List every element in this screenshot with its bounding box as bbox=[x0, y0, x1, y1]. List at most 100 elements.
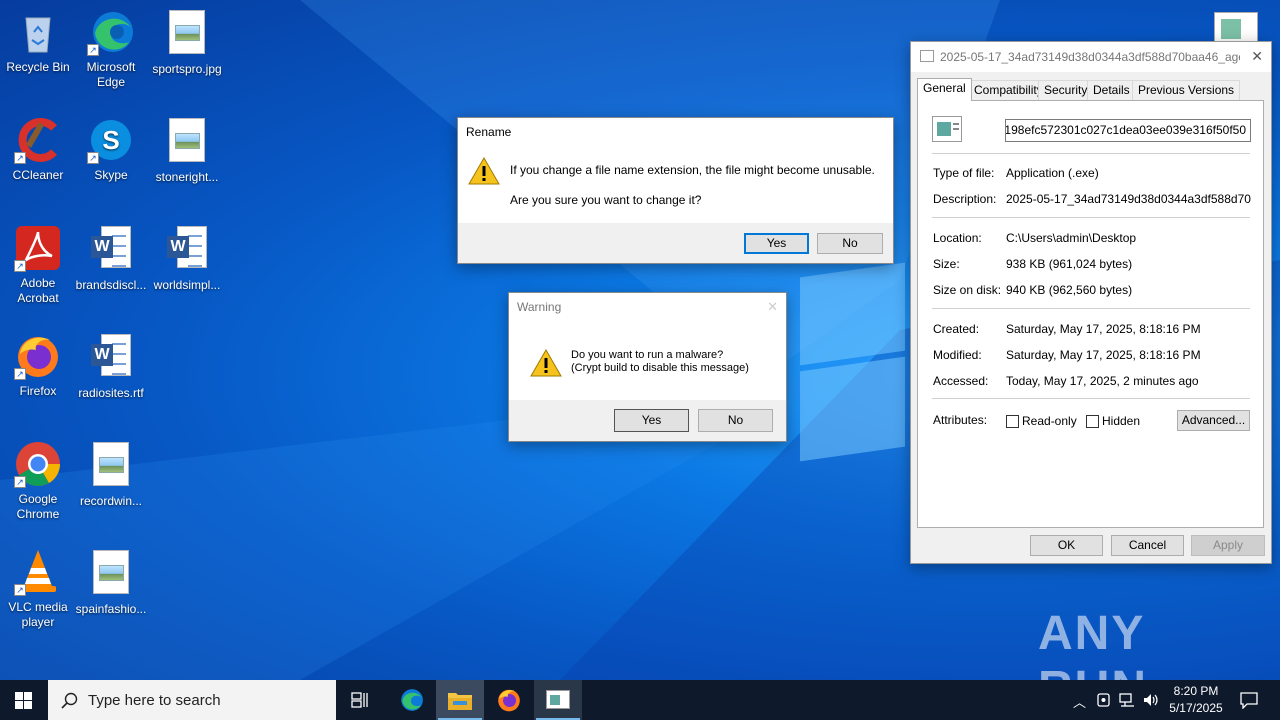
no-button[interactable]: No bbox=[698, 409, 773, 432]
image-file-icon bbox=[87, 442, 135, 490]
warning-icon bbox=[468, 156, 500, 185]
tab-general[interactable]: General bbox=[917, 78, 972, 101]
ok-button[interactable]: OK bbox=[1030, 535, 1103, 556]
desktop-icon-firefox[interactable]: ↗ Firefox bbox=[0, 332, 76, 399]
desktop-icon-adobe-acrobat[interactable]: ↗ Adobe Acrobat bbox=[0, 224, 76, 306]
tray-network-icon[interactable] bbox=[1116, 680, 1138, 720]
desktop-icon-radiosites[interactable]: W radiosites.rtf bbox=[73, 332, 149, 401]
desktop-icon-ccleaner[interactable]: ↗ CCleaner bbox=[0, 116, 76, 183]
tab-previous-versions[interactable]: Previous Versions bbox=[1132, 80, 1241, 100]
desktop-icon-microsoft-edge[interactable]: ↗ Microsoft Edge bbox=[73, 8, 149, 90]
shortcut-arrow-icon: ↗ bbox=[87, 152, 99, 164]
shortcut-arrow-icon: ↗ bbox=[14, 152, 26, 164]
edge-icon bbox=[401, 689, 423, 711]
separator bbox=[932, 153, 1250, 154]
word-document-icon: W bbox=[163, 226, 211, 274]
taskbar-edge[interactable] bbox=[387, 680, 435, 720]
desktop-icon-label: recordwin... bbox=[79, 494, 143, 508]
close-icon[interactable]: ✕ bbox=[1251, 48, 1263, 65]
desktop-icon-skype[interactable]: S ↗ Skype bbox=[73, 116, 149, 183]
desktop-icon-recycle-bin[interactable]: Recycle Bin bbox=[0, 8, 76, 75]
desktop-file-icon-partial[interactable] bbox=[1214, 12, 1258, 44]
desktop-icon-recordwin[interactable]: recordwin... bbox=[73, 440, 149, 509]
edge-icon: ↗ bbox=[87, 8, 135, 56]
created-value: Saturday, May 17, 2025, 8:18:16 PM bbox=[1006, 322, 1201, 336]
cancel-button[interactable]: Cancel bbox=[1111, 535, 1184, 556]
clock[interactable]: 8:20 PM 5/17/2025 bbox=[1163, 680, 1229, 720]
file-type-icon bbox=[932, 116, 962, 142]
general-tab-panel: 043a198efc572301c027c1dea03ee039e316f50f… bbox=[917, 100, 1264, 528]
task-view-icon bbox=[351, 692, 368, 708]
warning-icon bbox=[530, 348, 562, 377]
desktop-icon-google-chrome[interactable]: ↗ Google Chrome bbox=[0, 440, 76, 522]
tray-device-icon[interactable] bbox=[1092, 680, 1114, 720]
recycle-bin-icon bbox=[14, 8, 62, 56]
desktop-icon-label: Recycle Bin bbox=[6, 60, 70, 74]
rename-dialog: Rename If you change a file name extensi… bbox=[457, 117, 894, 264]
notifications-button[interactable] bbox=[1232, 680, 1266, 720]
tab-security[interactable]: Security bbox=[1038, 80, 1094, 100]
desktop-icon-label: Adobe Acrobat bbox=[17, 276, 59, 305]
dialog-title: Warning bbox=[517, 300, 562, 314]
desktop-icon-worldsimpl[interactable]: W worldsimpl... bbox=[149, 224, 225, 293]
taskbar-file-explorer[interactable] bbox=[436, 680, 484, 720]
tab-compatibility[interactable]: Compatibility bbox=[968, 80, 1049, 100]
apply-button[interactable]: Apply bbox=[1191, 535, 1265, 556]
hidden-checkbox[interactable] bbox=[1086, 415, 1099, 428]
modified-value: Saturday, May 17, 2025, 8:18:16 PM bbox=[1006, 348, 1201, 362]
tray-volume-icon[interactable] bbox=[1140, 680, 1162, 720]
desktop-icon-vlc[interactable]: ↗ VLC media player bbox=[0, 548, 76, 630]
image-file-icon bbox=[163, 10, 211, 58]
show-hidden-icons-button[interactable]: ︿ bbox=[1068, 680, 1090, 720]
search-icon bbox=[61, 692, 78, 709]
rename-message-line1: If you change a file name extension, the… bbox=[510, 163, 875, 177]
desktop-icon-label: CCleaner bbox=[12, 168, 64, 182]
type-label: Type of file: bbox=[933, 166, 995, 180]
tab-details[interactable]: Details bbox=[1087, 80, 1136, 100]
accessed-value: Today, May 17, 2025, 2 minutes ago bbox=[1006, 374, 1199, 388]
separator bbox=[932, 308, 1250, 309]
folder-icon bbox=[448, 693, 472, 710]
readonly-checkbox[interactable] bbox=[1006, 415, 1019, 428]
desktop-icon-stoneright[interactable]: stoneright... bbox=[149, 116, 225, 185]
anyrun-watermark: ANY RUN bbox=[1038, 607, 1146, 680]
yes-button[interactable]: Yes bbox=[744, 233, 809, 254]
image-file-icon bbox=[87, 550, 135, 598]
volume-icon bbox=[1144, 694, 1158, 706]
yes-button[interactable]: Yes bbox=[614, 409, 689, 432]
filename-input[interactable]: 043a198efc572301c027c1dea03ee039e316f50f… bbox=[1005, 119, 1251, 142]
windows-logo-pane bbox=[800, 356, 905, 462]
size-value: 938 KB (961,024 bytes) bbox=[1006, 257, 1133, 271]
svg-text:S: S bbox=[102, 125, 119, 155]
close-icon[interactable]: ✕ bbox=[767, 299, 778, 315]
size-on-disk-label: Size on disk: bbox=[933, 283, 1002, 297]
warning-message-line1: Do you want to run a malware? bbox=[571, 349, 724, 361]
dialog-footer: Yes No bbox=[509, 400, 786, 441]
desktop-icon-label: Microsoft Edge bbox=[86, 60, 136, 89]
shortcut-arrow-icon: ↗ bbox=[14, 260, 26, 272]
desktop-icon-brandsdiscl[interactable]: W brandsdiscl... bbox=[73, 224, 149, 293]
no-button[interactable]: No bbox=[817, 233, 883, 254]
skype-icon: S ↗ bbox=[87, 116, 135, 164]
properties-titlebar: 2025-05-17_34ad73149d38d0344a3df588d70ba… bbox=[911, 42, 1271, 72]
clock-date: 5/17/2025 bbox=[1169, 701, 1223, 715]
search-box[interactable]: Type here to search bbox=[48, 680, 336, 720]
ccleaner-icon: ↗ bbox=[14, 116, 62, 164]
desktop-icon-sportspro[interactable]: sportspro.jpg bbox=[149, 8, 225, 77]
separator bbox=[932, 398, 1250, 399]
taskbar-firefox[interactable] bbox=[485, 680, 533, 720]
desktop-icon-label: Firefox bbox=[19, 384, 57, 398]
desktop-icon-label: stoneright... bbox=[155, 170, 219, 184]
warning-message-line2: (Crypt build to disable this message) bbox=[571, 362, 749, 374]
application-icon bbox=[920, 50, 934, 62]
network-icon bbox=[1119, 693, 1134, 707]
task-view-button[interactable] bbox=[336, 680, 384, 720]
advanced-button[interactable]: Advanced... bbox=[1177, 410, 1250, 431]
hidden-label: Hidden bbox=[1102, 414, 1141, 428]
start-button[interactable] bbox=[0, 680, 48, 720]
attributes-label: Attributes: bbox=[933, 413, 988, 427]
taskbar-properties-window[interactable] bbox=[534, 680, 582, 720]
size-on-disk-value: 940 KB (962,560 bytes) bbox=[1006, 283, 1133, 297]
created-label: Created: bbox=[933, 322, 980, 336]
desktop-icon-spainfashio[interactable]: spainfashio... bbox=[73, 548, 149, 617]
